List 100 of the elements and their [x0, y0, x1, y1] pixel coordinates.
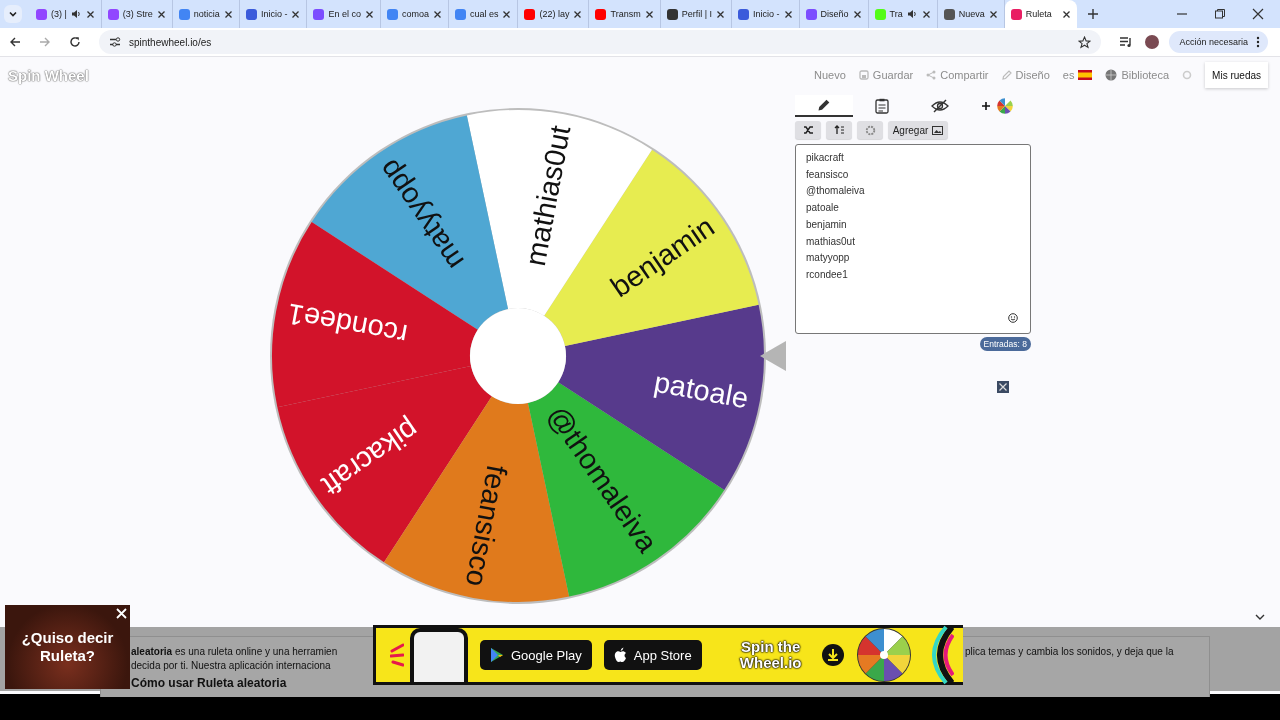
entry-text: feansisco	[806, 167, 850, 182]
tab-title: Transm	[610, 9, 641, 19]
close-icon[interactable]	[1252, 8, 1264, 20]
site-settings-icon[interactable]	[109, 36, 121, 48]
entry-text: rcondee1	[806, 267, 849, 282]
close-icon[interactable]	[364, 9, 374, 19]
shuffle-button[interactable]	[795, 121, 821, 139]
close-icon[interactable]	[921, 9, 931, 19]
article-text: decida por ti. Nuestra aplicación internaciona	[131, 659, 332, 673]
speaker-icon	[906, 9, 918, 19]
eye-off-icon	[931, 98, 949, 113]
tab-title: Nueva	[958, 9, 985, 19]
article-text: plica temas y cambia los sonidos, y deja que la	[965, 645, 1175, 659]
speaker-icon	[70, 9, 82, 19]
ad-banner[interactable]: Google Play App Store Spin the Wheel.io	[373, 625, 963, 685]
wheel-center[interactable]	[470, 308, 566, 404]
tab-title: comoa	[401, 9, 429, 19]
close-icon[interactable]	[852, 9, 862, 19]
close-icon[interactable]	[644, 9, 654, 19]
tab-title: (3) Stre	[122, 9, 153, 19]
close-icon[interactable]	[988, 9, 998, 19]
google-play-button[interactable]: Google Play	[480, 640, 592, 670]
app-store-button[interactable]: App Store	[603, 640, 702, 670]
pencil-icon	[1001, 70, 1012, 80]
flag-icon	[1078, 70, 1093, 80]
entry-text: @thomaleiva	[806, 184, 866, 199]
entry-text: pikacraft	[806, 151, 845, 165]
article-heading: Cómo usar Ruleta aleatoria	[131, 676, 288, 690]
pencil-icon	[817, 98, 831, 112]
tab-title: Perfil | I	[681, 9, 712, 19]
slice-label: patoale	[651, 365, 751, 415]
settings-icon	[864, 124, 876, 136]
new-tab-icon[interactable]	[1086, 8, 1099, 20]
close-icon[interactable]	[291, 9, 301, 19]
apple-icon	[613, 647, 627, 663]
entries-textarea[interactable]: pikacraft feansisco @thomaleiva patoale benjamin mathias0ut matyyopp rcondee1	[795, 144, 1031, 334]
emoji-icon[interactable]	[1008, 313, 1018, 323]
image-icon	[932, 125, 944, 135]
slice-label: rcondee1	[285, 297, 410, 352]
close-icon[interactable]	[573, 9, 583, 19]
share-icon	[926, 70, 937, 80]
close-icon[interactable]	[156, 9, 166, 19]
sort-icon	[833, 125, 845, 135]
sort-button[interactable]	[826, 121, 852, 139]
tab-title: Tra	[889, 9, 903, 19]
media-icon[interactable]	[1119, 36, 1134, 48]
close-icon[interactable]	[502, 9, 512, 19]
play-store-icon	[490, 647, 504, 663]
popup-ad-text: ¿Quiso decir Ruleta?	[20, 629, 115, 665]
entry-text: mathias0ut	[806, 234, 856, 249]
clipboard-icon	[875, 97, 889, 114]
close-icon[interactable]	[223, 9, 233, 19]
color-wheel-icon[interactable]	[997, 98, 1013, 114]
entry-count-badge: Entradas: 8	[979, 337, 1031, 351]
globe-icon	[1105, 69, 1118, 81]
close-icon[interactable]	[783, 9, 793, 19]
slice-label: mathias0ut	[519, 123, 577, 269]
wheel-drawing	[855, 627, 912, 683]
tab-title: cual es	[469, 9, 499, 19]
bookmark-star-icon[interactable]	[1078, 35, 1092, 49]
restore-icon[interactable]	[1214, 8, 1226, 20]
slice-label: feansisco	[459, 462, 514, 589]
article-text: aleatoria es una ruleta online y una herramien	[131, 645, 339, 659]
add-image-button[interactable]: Agregar	[888, 121, 948, 139]
tab-title: noticia	[193, 9, 220, 19]
address-field[interactable]: spinthewheel.io/es	[99, 30, 1102, 54]
back-icon[interactable]	[9, 36, 21, 48]
tab-title: Diseño	[820, 9, 849, 19]
close-icon[interactable]	[85, 9, 95, 19]
chevron-down-icon	[8, 9, 18, 19]
ad-brand-text: Spin the Wheel.io	[738, 639, 803, 671]
avatar-icon[interactable]	[1145, 35, 1160, 49]
browser-tab[interactable]: Ruleta	[1004, 0, 1077, 28]
site-logo[interactable]: Spin Wheel	[8, 66, 89, 84]
profile-button[interactable]: Acción necesaria	[1169, 31, 1268, 53]
sparkle-icon	[390, 641, 404, 669]
entry-text: matyyopp	[806, 251, 851, 266]
tab-title: Inicio -	[260, 9, 288, 19]
plus-icon[interactable]	[981, 101, 991, 111]
my-wheels-button[interactable]: Mis ruedas	[1205, 62, 1268, 88]
tab-title: Ruleta	[1025, 9, 1053, 19]
close-icon[interactable]	[716, 9, 725, 19]
download-icon	[821, 644, 844, 666]
tab-search-button[interactable]	[4, 5, 22, 23]
chevron-down-icon[interactable]	[1254, 612, 1266, 622]
reload-icon[interactable]	[69, 36, 81, 48]
tab-title: (22) lay	[539, 9, 570, 19]
shuffle-icon	[802, 125, 814, 135]
entry-text: benjamin	[806, 217, 848, 232]
tab-title: (3) |	[51, 9, 67, 19]
tab-title: En el co	[328, 9, 361, 19]
more-icon[interactable]	[1256, 36, 1260, 48]
close-icon[interactable]	[1061, 9, 1071, 19]
save-icon	[858, 70, 869, 80]
phone-drawing	[410, 628, 468, 682]
editor-tab[interactable]	[795, 95, 853, 117]
entry-text: patoale	[806, 201, 840, 216]
tab-title: Inicio -	[753, 9, 780, 19]
close-icon[interactable]	[432, 9, 442, 19]
photo-placeholder[interactable]: ¿Quiso decir Ruleta?	[5, 605, 130, 689]
